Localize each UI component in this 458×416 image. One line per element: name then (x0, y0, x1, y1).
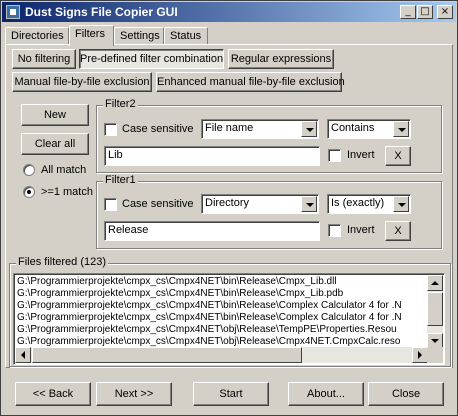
list-item[interactable]: G:\Programmierprojekte\cmpx_cs\Cmpx4NET\… (17, 324, 425, 336)
predefined-filter-button[interactable]: Pre-defined filter combination (79, 49, 224, 69)
files-filtered-list[interactable]: G:\Programmierprojekte\cmpx_cs\Cmpx4NET\… (13, 273, 445, 365)
filter2-operator-select[interactable]: Contains (327, 119, 411, 139)
app-icon (6, 5, 20, 19)
tab-status[interactable]: Status (164, 27, 208, 45)
filter1-field-select[interactable]: Directory (201, 194, 319, 214)
vertical-scrollbar[interactable] (427, 275, 443, 349)
chevron-down-icon[interactable] (301, 196, 317, 212)
about-button[interactable]: About... (288, 382, 364, 406)
enhanced-manual-exclusion-button[interactable]: Enhanced manual file-by-file exclusion (156, 72, 345, 92)
filter2-case-sensitive-checkbox[interactable] (104, 123, 117, 136)
filter2-value-input[interactable]: Lib (104, 146, 320, 166)
filter2-field-select[interactable]: File name (201, 119, 319, 139)
filter2-invert-checkbox[interactable] (328, 149, 341, 162)
back-button[interactable]: << Back (15, 382, 91, 406)
next-button[interactable]: Next >> (96, 382, 172, 406)
horizontal-scrollbar[interactable] (15, 347, 428, 363)
filter1-value-input[interactable]: Release (104, 221, 320, 241)
filter1-operator-value: Is (exactly) (331, 197, 385, 209)
vertical-scroll-thumb[interactable] (427, 292, 443, 326)
close-window-button[interactable]: × (437, 5, 453, 19)
chevron-down-icon[interactable] (393, 121, 409, 137)
no-filtering-button[interactable]: No filtering (12, 49, 76, 69)
start-button[interactable]: Start (193, 382, 269, 406)
filter2-remove-button[interactable]: X (385, 146, 411, 166)
tab-directories[interactable]: Directories (5, 27, 69, 45)
chevron-down-icon[interactable] (301, 121, 317, 137)
filter1-case-sensitive-label: Case sensitive (122, 198, 194, 210)
manual-exclusion-button[interactable]: Manual file-by-file exclusion (12, 72, 152, 92)
title-bar[interactable]: Dust Signs File Copier GUI _ □ × (2, 2, 456, 22)
app-window: Dust Signs File Copier GUI _ □ × Directo… (0, 0, 458, 416)
filter1-operator-select[interactable]: Is (exactly) (327, 194, 411, 214)
clear-all-button[interactable]: Clear all (21, 133, 89, 155)
new-filter-button[interactable]: New (21, 104, 89, 126)
scroll-left-icon[interactable] (15, 347, 31, 363)
gte1-match-radio[interactable] (23, 186, 35, 198)
filter2-title: Filter2 (103, 98, 138, 110)
all-match-label: All match (41, 164, 87, 176)
gte1-match-label: >=1 match (41, 186, 93, 198)
filter1-field-value: Directory (205, 197, 250, 209)
filter1-invert-label: Invert (347, 224, 375, 236)
filter2-invert-label: Invert (347, 149, 375, 161)
all-match-radio[interactable] (23, 164, 35, 176)
regex-button[interactable]: Regular expressions (228, 49, 334, 69)
files-filtered-title: Files filtered (123) (16, 256, 109, 268)
filter1-remove-button[interactable]: X (385, 221, 411, 241)
minimize-button[interactable]: _ (400, 5, 416, 19)
list-item[interactable]: G:\Programmierprojekte\cmpx_cs\Cmpx4NET\… (17, 300, 425, 312)
scroll-up-icon[interactable] (427, 275, 443, 291)
chevron-down-icon[interactable] (393, 196, 409, 212)
list-item[interactable]: G:\Programmierprojekte\cmpx_cs\Cmpx4NET\… (17, 312, 425, 324)
window-title: Dust Signs File Copier GUI (25, 5, 178, 19)
maximize-button[interactable]: □ (417, 5, 433, 19)
scrollbar-corner (427, 347, 443, 363)
list-item[interactable]: G:\Programmierprojekte\cmpx_cs\Cmpx4NET\… (17, 276, 425, 288)
filter2-case-sensitive-label: Case sensitive (122, 123, 194, 135)
filter1-case-sensitive-checkbox[interactable] (104, 198, 117, 211)
horizontal-scroll-thumb[interactable] (32, 347, 302, 363)
filter2-operator-value: Contains (331, 122, 375, 134)
tab-filters[interactable]: Filters (69, 25, 114, 46)
scroll-right-icon[interactable] (412, 347, 428, 363)
tab-settings[interactable]: Settings (114, 27, 164, 45)
filter1-title: Filter1 (103, 174, 138, 186)
list-item[interactable]: G:\Programmierprojekte\cmpx_cs\Cmpx4NET\… (17, 288, 425, 300)
filter1-invert-checkbox[interactable] (328, 224, 341, 237)
close-button[interactable]: Close (368, 382, 444, 406)
filter2-field-value: File name (205, 122, 254, 134)
